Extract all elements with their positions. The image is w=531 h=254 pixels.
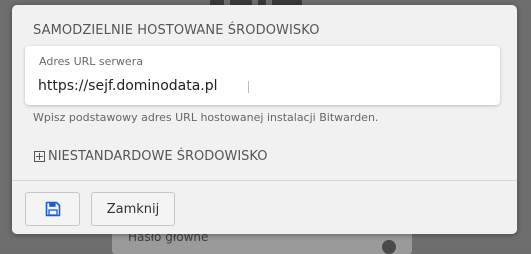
save-button[interactable] [25, 192, 80, 226]
environment-settings-dialog: SAMODZIELNIE HOSTOWANE ŚRODOWISKO Adres … [12, 5, 517, 234]
custom-environment-toggle[interactable]: NIESTANDARDOWE ŚRODOWISKO [34, 149, 267, 164]
close-button[interactable]: Zamknij [91, 192, 175, 226]
server-url-label: Adres URL serwera [39, 55, 143, 68]
section-title: SAMODZIELNIE HOSTOWANE ŚRODOWISKO [33, 23, 320, 38]
mouse-text-cursor [248, 81, 249, 93]
server-url-help-text: Wpisz podstawowy adres URL hostowanej in… [33, 111, 379, 124]
server-url-field[interactable]: Adres URL serwera [25, 46, 500, 105]
server-url-input[interactable] [38, 75, 478, 97]
plus-square-icon [34, 151, 45, 162]
custom-environment-label: NIESTANDARDOWE ŚRODOWISKO [48, 149, 268, 164]
background-field-icon [382, 240, 396, 254]
floppy-disk-icon [45, 201, 61, 217]
dialog-footer: Zamknij [12, 180, 517, 234]
